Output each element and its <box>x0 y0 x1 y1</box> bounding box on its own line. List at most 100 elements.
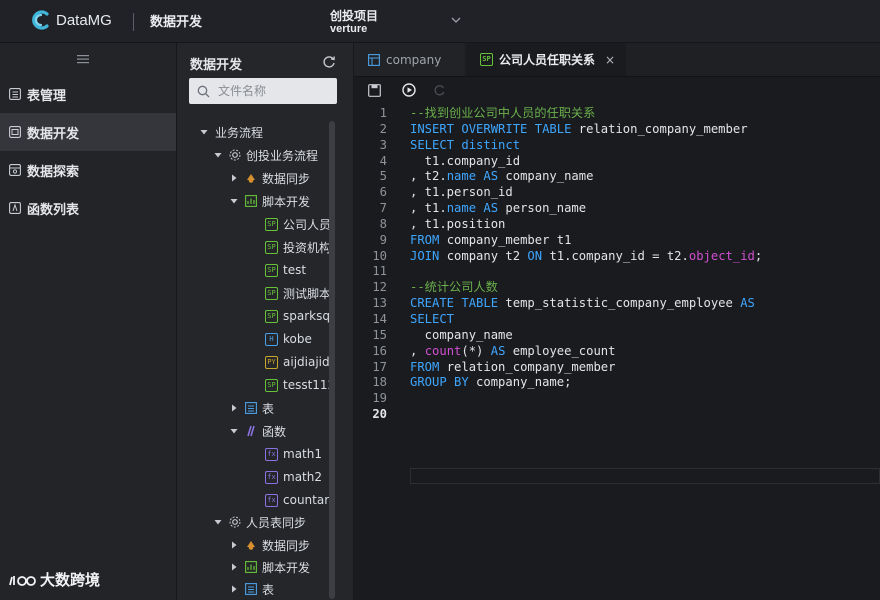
code-token: company_name; <box>468 375 572 390</box>
save-button[interactable] <box>367 83 381 97</box>
stop-button[interactable] <box>432 83 446 97</box>
line-content: INSERT OVERWRITE TABLE relation_company_… <box>410 122 748 138</box>
run-button[interactable] <box>402 83 416 97</box>
code-token: name AS <box>446 169 499 184</box>
code-token: ; <box>754 248 763 263</box>
search-box[interactable] <box>189 78 337 104</box>
tree-function-item[interactable]: fx countar <box>265 489 329 511</box>
tree-file-item[interactable]: H kobe <box>265 328 312 350</box>
nav-item-data-exploration[interactable]: 数据探索 <box>0 151 176 189</box>
save-icon <box>367 83 381 97</box>
code-line[interactable]: 9 FROM company_member t1 <box>354 233 880 249</box>
tree-file-item[interactable]: SP 公司人员 <box>265 213 331 235</box>
caret-right-icon <box>232 404 237 412</box>
tree-function-item[interactable]: fx math1 <box>265 443 322 465</box>
code-line[interactable]: 1 --找到创业公司中人员的任职关系 <box>354 106 880 122</box>
tree-node-label: 创投业务流程 <box>246 148 319 163</box>
code-line[interactable]: 19 <box>354 391 880 407</box>
table-icon <box>368 53 380 66</box>
caret-right-icon <box>232 563 237 571</box>
tree-node-data-sync[interactable]: 数据同步 <box>229 167 310 189</box>
nav-item-label: 数据探索 <box>27 164 80 180</box>
code-line[interactable]: 14 SELECT <box>354 312 880 328</box>
project-selector[interactable]: 创投项目 verture <box>330 10 378 36</box>
code-token: AS <box>490 343 506 358</box>
code-line[interactable]: 5 , t2.name AS company_name <box>354 169 880 185</box>
line-content: --统计公司人数 <box>410 280 498 296</box>
tree-function-item[interactable]: fx math2 <box>265 466 322 488</box>
close-icon[interactable]: × <box>605 53 615 67</box>
tab-company[interactable]: company <box>354 43 464 76</box>
caret-down-icon <box>230 199 238 204</box>
caret-right-icon <box>232 585 237 593</box>
code-editor: company SP 公司人员任职关系 × 1 --找到创业公司中人员的任职关系… <box>354 43 880 600</box>
python-file-icon: PY <box>265 355 278 369</box>
code-line[interactable]: 20 <box>354 407 880 423</box>
line-number: 20 <box>372 407 387 422</box>
tree-node-data-sync[interactable]: 数据同步 <box>229 534 310 556</box>
code-line[interactable]: 7 , t1.name AS person_name <box>354 201 880 217</box>
tree-file-item[interactable]: SP 投资机构 <box>265 236 331 258</box>
line-content: FROM company_member t1 <box>410 233 571 249</box>
code-line[interactable]: 6 , t1.person_id <box>354 185 880 201</box>
code-line[interactable]: 2 INSERT OVERWRITE TABLE relation_company… <box>354 122 880 138</box>
tree-node-label: 表 <box>262 582 275 597</box>
stop-icon <box>433 84 444 95</box>
tree-node-label: 脚本开发 <box>262 560 311 575</box>
tree-file-item[interactable]: SP sparksq <box>265 305 330 327</box>
logo[interactable]: DataMG <box>30 7 112 33</box>
nav-item-table-management[interactable]: 表管理 <box>0 75 176 113</box>
tree-node-venture-flow[interactable]: 创投业务流程 <box>213 144 318 166</box>
chevron-down-icon[interactable] <box>450 14 462 26</box>
line-content: CREATE TABLE temp_statistic_company_empl… <box>410 296 755 312</box>
nav-item-label: 表管理 <box>27 88 67 104</box>
refresh-icon[interactable] <box>322 55 336 69</box>
tree-file-label: test <box>283 263 307 277</box>
tree-file-item[interactable]: SP 测试脚本 <box>265 282 331 304</box>
code-line[interactable]: 12 --统计公司人数 <box>354 280 880 296</box>
code-token: t1.company_id <box>410 153 521 168</box>
line-content: SELECT distinct <box>410 138 520 154</box>
tree-node-tables[interactable]: 表 <box>229 578 274 600</box>
line-content: SELECT <box>410 312 454 328</box>
tree-node-script-dev[interactable]: 脚本开发 <box>229 190 310 212</box>
tab-company-member-relation[interactable]: SP 公司人员任职关系 × <box>466 43 626 76</box>
code-line[interactable]: 4 t1.company_id <box>354 154 880 170</box>
tree-file-item[interactable]: SP tesst112 <box>265 374 335 396</box>
code-line[interactable]: 13 CREATE TABLE temp_statistic_company_em… <box>354 296 880 312</box>
search-input[interactable] <box>216 83 330 99</box>
code-token: , t2. <box>410 169 447 184</box>
nav-item-data-development[interactable]: 数据开发 <box>0 113 176 151</box>
caret-down-icon <box>230 429 238 434</box>
code-line[interactable]: 15 company_name <box>354 328 880 344</box>
explore-icon <box>9 164 21 176</box>
tree-node-business-flow[interactable]: 业务流程 <box>199 121 263 143</box>
caret-right-icon <box>232 174 237 182</box>
code-token: relation_company_member <box>439 359 616 374</box>
code-line[interactable]: 10 JOIN company t2 ON t1.company_id = t2.… <box>354 249 880 265</box>
hamburger-icon[interactable] <box>77 54 89 64</box>
code-token: FROM <box>410 232 440 247</box>
tree-file-item[interactable]: SP test <box>265 259 306 281</box>
function-file-icon: fx <box>265 470 278 484</box>
tree-node-staff-sync[interactable]: 人员表同步 <box>213 511 306 533</box>
line-number: 8 <box>379 216 387 231</box>
script-icon <box>245 561 257 573</box>
tree-node-tables[interactable]: 表 <box>229 397 274 419</box>
tree-file-item[interactable]: PY aijdiajid <box>265 351 330 373</box>
tree-node-script-dev[interactable]: 脚本开发 <box>229 556 310 578</box>
code-line[interactable]: 8 , t1.position <box>354 217 880 233</box>
code-line[interactable]: 16, count(*) AS employee_count <box>354 344 880 360</box>
code-line[interactable]: 18 GROUP BY company_name; <box>354 375 880 391</box>
nav-item-function-list[interactable]: 函数列表 <box>0 189 176 227</box>
code-token: GROUP BY <box>410 375 469 390</box>
code-line[interactable]: 11 <box>354 264 880 280</box>
caret-down-icon <box>214 153 222 158</box>
tree-scrollbar[interactable] <box>329 121 335 599</box>
code-area[interactable]: 1 --找到创业公司中人员的任职关系 2 INSERT OVERWRITE TABLE… <box>354 106 880 484</box>
tree-node-functions[interactable]: 函数 <box>229 420 286 442</box>
code-line[interactable]: 17 FROM relation_company_member <box>354 360 880 376</box>
line-number: 6 <box>379 185 387 200</box>
code-line[interactable]: 3 SELECT distinct <box>354 138 880 154</box>
editor-tabs: company SP 公司人员任职关系 × <box>354 43 880 77</box>
